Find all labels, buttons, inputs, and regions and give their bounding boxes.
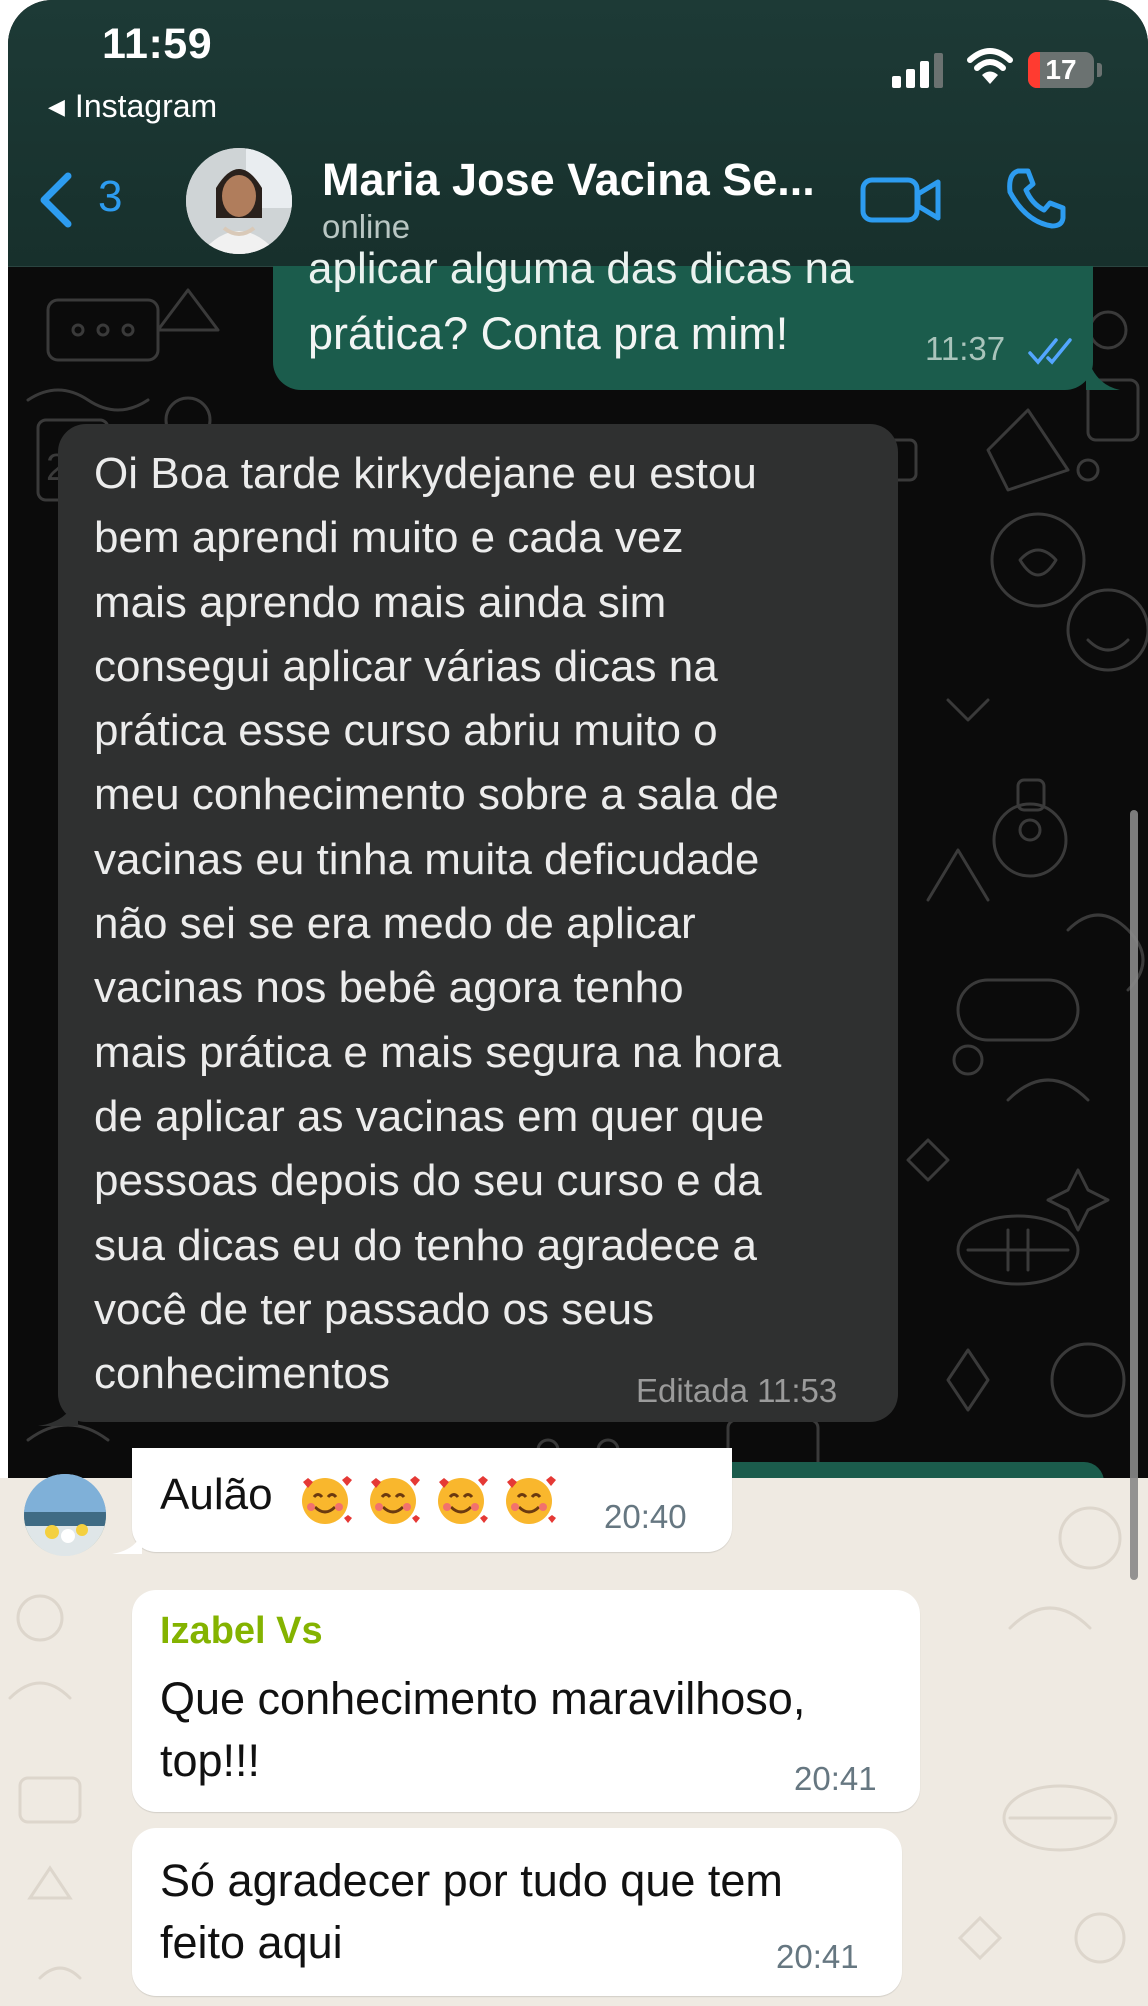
unread-chats-count[interactable]: 3	[98, 172, 122, 222]
incoming-message-text: Oi Boa tarde kirkydejane eu estou bem ap…	[94, 449, 782, 1399]
bubble-tail	[112, 1532, 142, 1554]
incoming-message-edited-time: Editada 11:53	[636, 1372, 838, 1409]
bubble-tail	[1086, 350, 1120, 390]
wifi-icon	[967, 48, 1013, 84]
status-bar-time: 11:59	[102, 20, 213, 68]
battery-level: 17	[1045, 54, 1077, 85]
outgoing-message-text: prática? Conta pra mim!	[308, 308, 789, 359]
contact-name[interactable]: Maria Jose Vacina Se...	[322, 154, 815, 206]
contact-online-status: online	[322, 208, 411, 245]
message-text: Aulão	[160, 1470, 273, 1519]
back-to-instagram[interactable]: ◀ Instagram	[48, 88, 217, 125]
smiling-face-with-hearts-icon	[506, 1476, 556, 1524]
message-time: 20:41	[794, 1760, 877, 1797]
video-call-icon[interactable]	[860, 170, 942, 230]
back-app-label: Instagram	[74, 88, 218, 124]
message-time: 20:40	[604, 1498, 687, 1535]
whatsapp-chat-screenshot-dark: 24	[8, 0, 1148, 1478]
outgoing-message-text-cut: aplicar alguma das dicas na	[308, 244, 854, 293]
smiling-face-with-hearts-icon	[370, 1476, 420, 1524]
sender-name[interactable]: Izabel Vs	[160, 1610, 323, 1653]
group-member-avatar[interactable]	[24, 1474, 106, 1556]
contact-avatar[interactable]	[186, 148, 292, 254]
phone-icon[interactable]	[1004, 166, 1068, 230]
back-triangle-icon: ◀	[48, 94, 65, 119]
message-text: Que conhecimento maravilhoso, top!!!	[160, 1673, 806, 1786]
cellular-signal-icon	[892, 53, 943, 88]
bubble-tail	[38, 1396, 78, 1426]
scrollbar[interactable]	[1130, 810, 1138, 1580]
chevron-left-icon[interactable]	[30, 170, 80, 230]
battery-icon: 17	[1028, 52, 1104, 90]
read-receipt-icon	[1028, 338, 1072, 365]
smiling-face-with-hearts-icon	[302, 1476, 352, 1524]
message-time: 20:41	[776, 1938, 859, 1975]
outgoing-message-time: 11:37	[925, 330, 1006, 367]
smiling-face-with-hearts-icon	[438, 1476, 488, 1524]
